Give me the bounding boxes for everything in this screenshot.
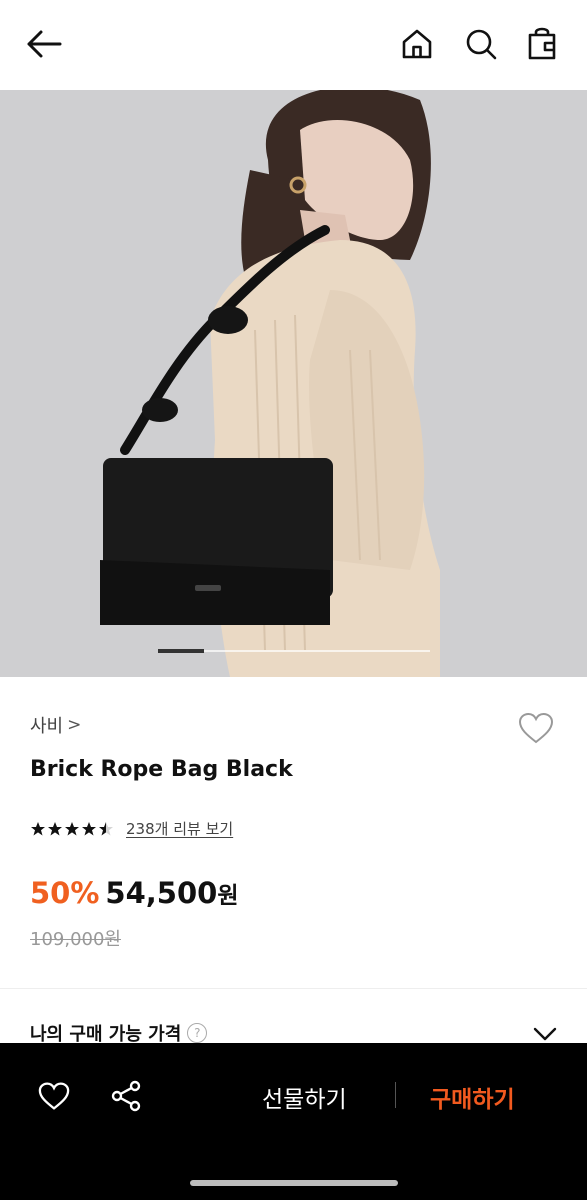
price-row: 50% 54,500 원 [30,876,239,910]
star-full-icon [82,821,96,835]
carousel-progress-indicator [158,649,205,653]
chevron-right-icon: > [67,715,82,735]
buy-button[interactable]: 구매하기 [430,1080,515,1114]
carousel-progress-track [158,649,430,653]
search-icon [466,29,497,60]
help-icon[interactable]: ? [187,1023,208,1043]
product-photo [0,90,587,677]
bottom-wishlist-button[interactable] [32,1074,76,1118]
star-rating [30,821,114,837]
original-price: 109,000원 [30,929,121,950]
home-icon [402,29,432,59]
brand-link[interactable]: 사비 > [30,712,81,738]
price-currency: 원 [217,883,239,909]
wishlist-button[interactable] [514,706,558,750]
star-full-icon [31,821,45,835]
search-button[interactable] [459,22,503,66]
home-indicator [190,1180,398,1186]
product-title: Brick Rope Bag Black [30,757,293,782]
discount-rate: 50% [30,876,100,910]
back-button[interactable] [22,22,66,66]
top-nav-bar [0,0,587,90]
star-full-icon [65,821,79,835]
heart-icon [518,712,554,744]
sale-price: 54,500 [105,876,218,910]
bottom-action-bar [0,1043,587,1200]
share-button[interactable] [104,1074,148,1118]
chevron-down-icon [533,1027,557,1041]
heart-icon [38,1082,70,1110]
star-full-icon [48,821,62,835]
home-button[interactable] [395,22,439,66]
back-arrow-icon [27,30,62,58]
gift-button[interactable]: 선물하기 [262,1080,347,1114]
share-icon [111,1080,141,1112]
review-link[interactable]: 238개 리뷰 보기 [126,818,233,839]
cart-button[interactable] [520,22,564,66]
rating-row: 238개 리뷰 보기 [30,818,233,839]
brand-name: 사비 [30,716,64,737]
section-divider [0,988,587,989]
button-divider [395,1082,396,1108]
shopping-bag-icon [528,27,556,60]
product-image-carousel[interactable] [0,90,587,677]
star-half-icon [99,821,113,835]
